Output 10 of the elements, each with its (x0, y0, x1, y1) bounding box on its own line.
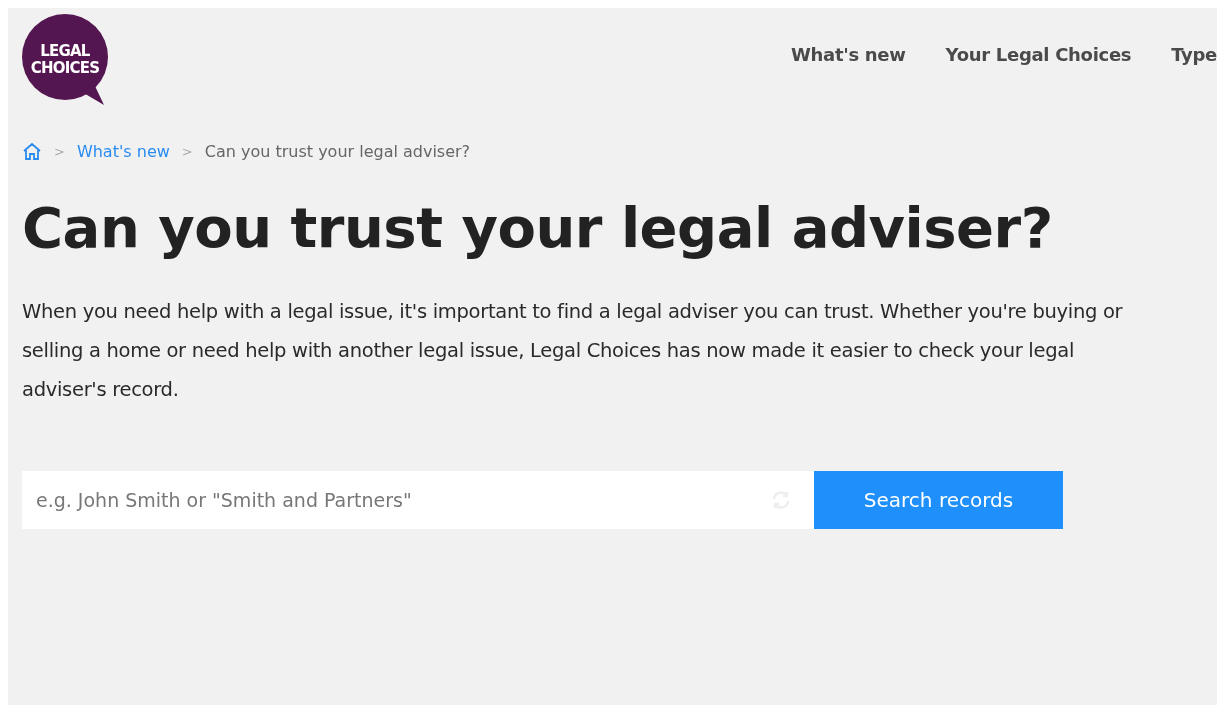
nav-link[interactable]: Your Legal Choices (945, 44, 1132, 65)
home-icon[interactable] (22, 142, 42, 161)
nav-link[interactable]: Type (1171, 44, 1217, 65)
breadcrumb-separator: > (181, 144, 193, 159)
search-field[interactable]: e.g. John Smith or "Smith and Partners" (22, 471, 814, 529)
page-title: Can you trust your legal adviser? (22, 195, 1054, 260)
nav-link[interactable]: What's new (791, 44, 906, 65)
intro-paragraph: When you need help with a legal issue, it's important to find a legal adviser you can trust. Whether you're buying or selling a home or need help with another legal issue, Legal Choices has now made it easier to check your legal adviser's record. (22, 299, 1124, 403)
breadcrumb-separator: > (54, 144, 65, 159)
breadcrumb-current: Can you trust your legal adviser? (204, 142, 471, 161)
